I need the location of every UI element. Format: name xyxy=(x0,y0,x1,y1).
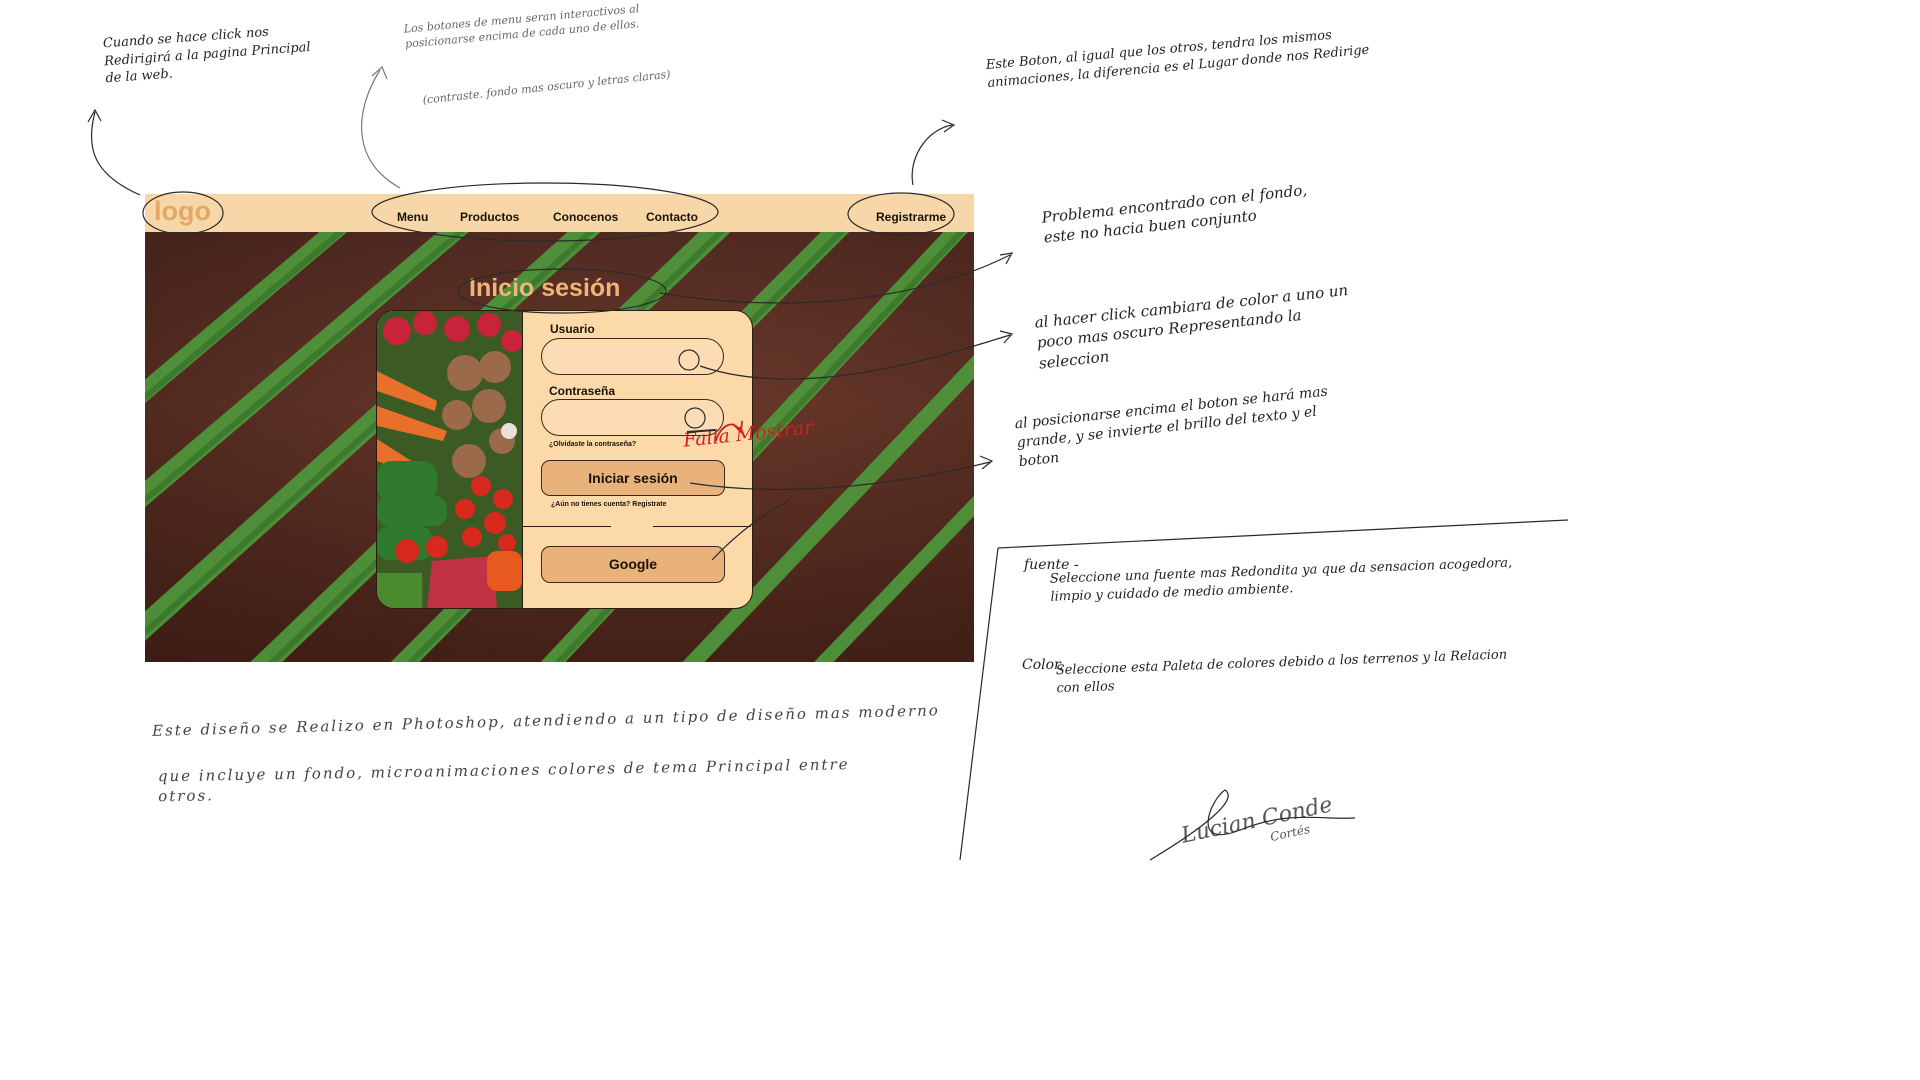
nav-productos[interactable]: Productos xyxy=(460,210,519,224)
color-annotation: Seleccione esta Paleta de colores debido… xyxy=(1055,647,1508,696)
nav-conocenos[interactable]: Conocenos xyxy=(553,210,618,224)
username-label: Usuario xyxy=(550,322,595,336)
background-annotation: Problema encontrado con el fondo, este n… xyxy=(1040,180,1308,247)
button-annotation: al posicionarse encima el boton se hará … xyxy=(1014,383,1329,470)
login-title: Inicio sesión xyxy=(469,274,621,302)
login-button[interactable]: Iniciar sesión xyxy=(541,460,725,496)
register-annotation: Este Boton, al igual que los otros, tend… xyxy=(985,27,1370,91)
forgot-password-link[interactable]: ¿Olvidaste la contraseña? xyxy=(549,441,636,448)
register-button[interactable]: Registrarme xyxy=(876,210,946,224)
logo-arrow xyxy=(90,111,141,196)
register-arrow xyxy=(911,124,953,186)
card-divider xyxy=(522,311,523,608)
nav-menu[interactable]: Menu xyxy=(397,210,428,224)
signup-link[interactable]: ¿Aún no tienes cuenta? Registrate xyxy=(551,501,667,508)
password-label: Contraseña xyxy=(549,384,616,398)
design-note-line-2: que incluye un fondo, microanimaciones c… xyxy=(157,755,850,806)
separator-right xyxy=(653,526,751,527)
menu-annotation: Los botones de menu seran interactivos a… xyxy=(403,2,640,51)
notes-border-top xyxy=(997,519,1568,549)
menu-annotation-contrast: (contraste. fondo mas oscuro y letras cl… xyxy=(422,67,672,107)
username-input[interactable] xyxy=(541,338,724,375)
logo[interactable]: logo xyxy=(154,196,211,227)
nav-contacto[interactable]: Contacto xyxy=(646,210,698,224)
separator-left xyxy=(523,526,611,527)
input-annotation: al hacer click cambiara de color a uno u… xyxy=(1033,280,1349,373)
vegetables-image xyxy=(377,311,522,608)
designer-signature: Lucian Conde xyxy=(1179,792,1335,849)
logo-annotation: Cuando se hace click nos Redirigirá a la… xyxy=(102,24,312,87)
design-note-line-1: Este diseño se Realizo en Photoshop, ate… xyxy=(151,701,941,740)
google-button[interactable]: Google xyxy=(541,546,725,583)
font-annotation: Seleccione una fuente mas Redondita ya q… xyxy=(1049,555,1513,605)
menu-arrow xyxy=(361,69,401,189)
